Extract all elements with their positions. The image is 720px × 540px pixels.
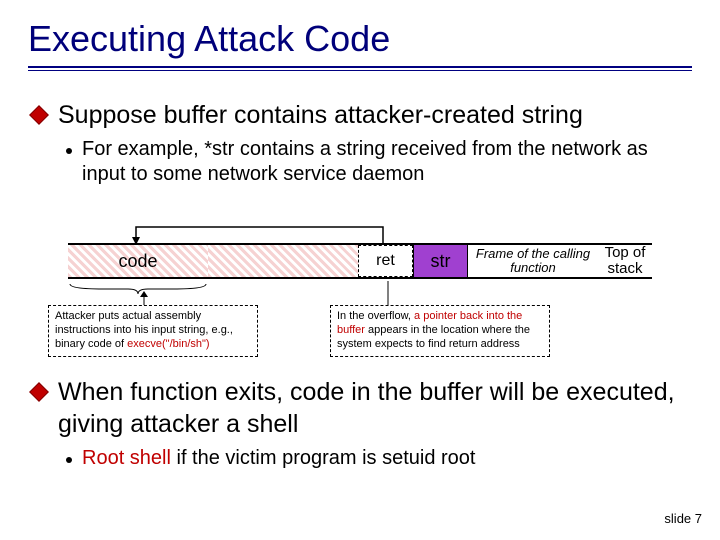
slide-number: slide 7: [664, 511, 702, 526]
seg-ret: ret: [358, 245, 413, 277]
callout-right-3: appears in the location where the system…: [337, 324, 530, 350]
stack-bar: code ret str Frame of the calling functi…: [68, 243, 652, 279]
bullet-1: Suppose buffer contains attacker-created…: [28, 100, 692, 131]
dot-icon: [66, 457, 72, 463]
bullet-1-text: Suppose buffer contains attacker-created…: [58, 100, 583, 131]
ret-arrow-down: [382, 281, 394, 305]
root-shell-rest: if the victim program is setuid root: [171, 447, 476, 469]
root-shell-red: Root shell: [82, 447, 171, 469]
bullet-1-sub: For example, *str contains a string rece…: [66, 137, 692, 187]
title-underline: [28, 66, 692, 72]
seg-str: str: [413, 245, 468, 277]
callout-attacker: Attacker puts actual assembly instructio…: [48, 305, 258, 356]
bullet-2: When function exits, code in the buffer …: [28, 377, 692, 440]
callout-right-1: In the overflow,: [337, 310, 414, 322]
dot-icon: [66, 148, 72, 154]
seg-code: code: [68, 245, 208, 277]
callout-left-red: execve("/bin/sh"): [127, 338, 209, 350]
seg-padding: [208, 245, 358, 277]
code-brace: [68, 281, 208, 291]
diamond-icon: [29, 105, 49, 125]
seg-top: Top of stack: [598, 245, 652, 277]
slide-title: Executing Attack Code: [28, 18, 692, 60]
bullet-2-text: When function exits, code in the buffer …: [58, 377, 692, 440]
bullet-2-sub-text: Root shell if the victim program is setu…: [82, 446, 476, 471]
bullet-2-sub: Root shell if the victim program is setu…: [66, 446, 692, 471]
bullet-1-sub-text: For example, *str contains a string rece…: [82, 137, 692, 187]
stack-diagram: code ret str Frame of the calling functi…: [68, 201, 652, 371]
seg-frame: Frame of the calling function: [468, 245, 598, 277]
callout-overflow: In the overflow, a pointer back into the…: [330, 305, 550, 356]
diamond-icon: [29, 382, 49, 402]
